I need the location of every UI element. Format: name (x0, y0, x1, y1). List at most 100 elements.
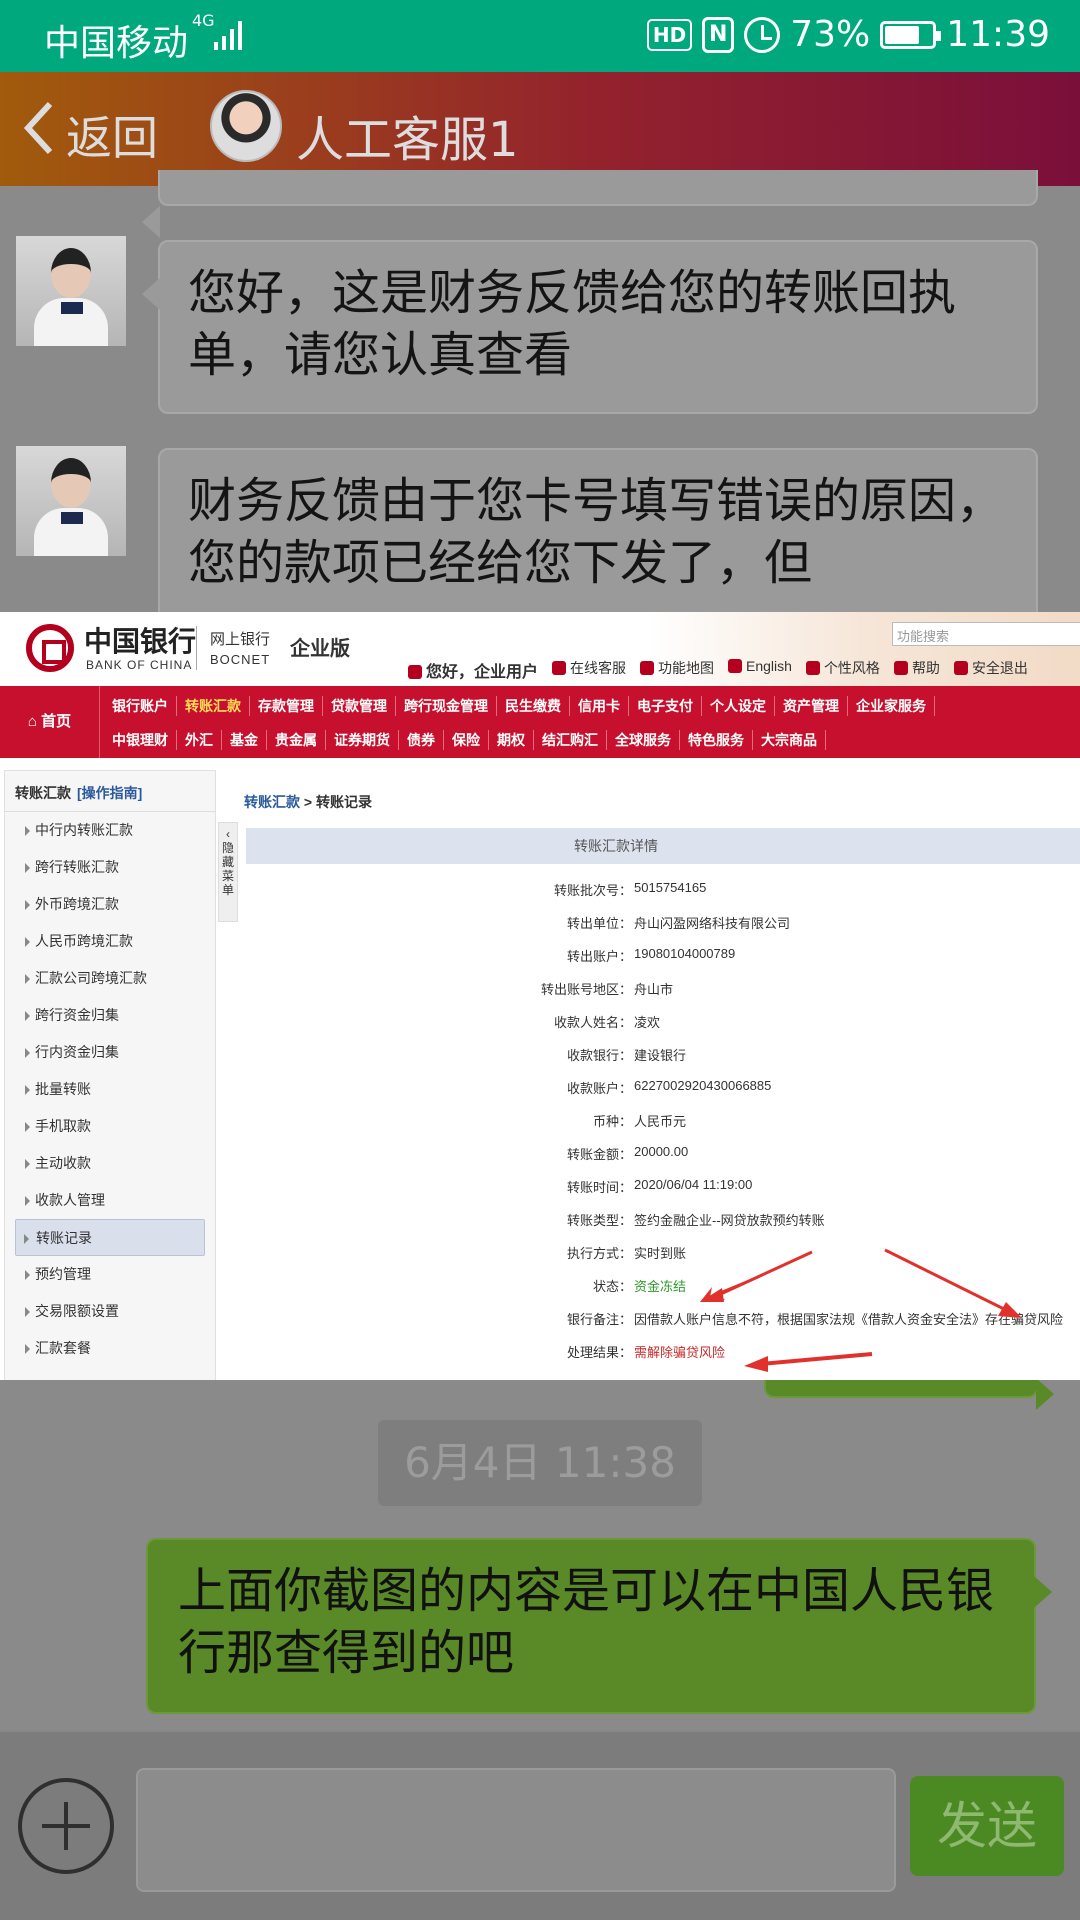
nav_row1-item[interactable]: 转账汇款 (177, 696, 250, 716)
plus-icon[interactable] (18, 1778, 114, 1874)
nav_row2-item[interactable]: 贵金属 (267, 730, 326, 750)
bank-name-en: BANK OF CHINA (86, 658, 193, 672)
nav-row-2: 中银理财 外汇 基金 贵金属 证券期货 债券 保险 期权 结汇购汇 全球服务 特色服务 大宗商品 (104, 730, 826, 750)
nav_row2-item[interactable]: 中银理财 (104, 730, 177, 750)
detail-value: 19080104000789 (634, 946, 736, 961)
detail-value: 舟山市 (634, 982, 674, 997)
nav_row1-item[interactable]: 银行账户 (104, 696, 177, 716)
detail-row: 转账金额： 20000.00 (246, 1144, 1080, 1177)
top-link-map[interactable]: 功能地图 (640, 658, 714, 682)
nav-home[interactable]: ⌂ 首页 (0, 686, 100, 758)
sidebar-item[interactable]: 中行内转账汇款 (5, 812, 215, 849)
timestamp-badge: 6月4日 11:38 (378, 1420, 702, 1506)
nav_row2-item[interactable]: 外汇 (177, 730, 222, 750)
nav_row2-item[interactable]: 证券期货 (326, 730, 399, 750)
guide-link[interactable]: [操作指南] (77, 785, 142, 801)
sidebar-item[interactable]: 批量转账 (5, 1071, 215, 1108)
sidebar-item[interactable]: 主动收款 (5, 1145, 215, 1182)
nav_row1-item[interactable]: 个人设定 (702, 696, 775, 716)
detail-value: 签约金融企业--网贷放款预约转账 (634, 1213, 825, 1228)
nav_row2-item[interactable]: 债券 (399, 730, 444, 750)
style-icon (805, 661, 820, 675)
nav_row1-item[interactable]: 民生缴费 (497, 696, 570, 716)
sidebar-item[interactable]: 汇款公司跨境汇款 (5, 960, 215, 997)
bank-sidebar: 转账汇款 [操作指南] 中行内转账汇款 跨行转账汇款 外币跨境汇款 人民币跨境汇款 汇款公… (4, 770, 216, 1380)
detail-row: 币种： 人民币元 (246, 1111, 1080, 1144)
sidebar-item[interactable]: 行内资金归集 (5, 1034, 215, 1071)
sidebar-item[interactable]: 人民币跨境汇款 (5, 923, 215, 960)
detail-value: 人民币元 (634, 1114, 687, 1129)
nav_row1-item[interactable]: 资产管理 (775, 696, 848, 716)
sidebar-item[interactable]: 外币跨境汇款 (5, 886, 215, 923)
english-icon (728, 659, 743, 673)
detail-key: 状态： (592, 1279, 632, 1294)
nav_row1-item[interactable]: 企业家服务 (848, 696, 935, 716)
hide-menu-toggle[interactable]: ‹ 隐藏菜单 (218, 822, 238, 922)
detail-value: 需解除骗贷风险 (634, 1345, 726, 1360)
agent-avatar[interactable] (16, 236, 126, 346)
greeting: 您好，企业用户 (408, 658, 538, 682)
nav_row1-item[interactable]: 跨行现金管理 (396, 696, 497, 716)
input-bar: 发送 (0, 1730, 1080, 1920)
sidebar-item[interactable]: 手机取款 (5, 1108, 215, 1145)
detail-row: 处理结果： 需解除骗贷风险 (246, 1342, 1080, 1375)
agent-avatar[interactable] (210, 90, 282, 162)
nav_row2-item[interactable]: 大宗商品 (753, 730, 826, 750)
sidebar-item[interactable]: 转账记录 (15, 1219, 205, 1256)
detail-row: 转账时间： 2020/06/04 11:19:00 (246, 1177, 1080, 1210)
sidebar-item[interactable]: 交易限额设置 (5, 1293, 215, 1330)
nav_row2-item[interactable]: 特色服务 (680, 730, 753, 750)
breadcrumb-current: 转账记录 (315, 794, 372, 810)
back-button[interactable]: 返回 (66, 102, 158, 168)
detail-key: 币种： (592, 1114, 632, 1129)
detail-key: 处理结果： (566, 1345, 632, 1360)
chat-screen: { "status_bar": {"carrier": "中国移动", "net… (0, 0, 1080, 1920)
nav_row2-item[interactable]: 全球服务 (607, 730, 680, 750)
sidebar-title: 转账汇款 [操作指南] (5, 771, 215, 812)
detail-row: 收款银行： 建设银行 (246, 1045, 1080, 1078)
detail-key: 银行备注： (566, 1312, 632, 1327)
send-button[interactable]: 发送 (910, 1776, 1064, 1876)
nav_row1-item[interactable]: 贷款管理 (323, 696, 396, 716)
top-link-service[interactable]: 在线客服 (552, 658, 626, 682)
sidebar-item[interactable]: 预约管理 (5, 1256, 215, 1293)
clock: 11:39 (946, 14, 1050, 55)
message-text: 财务反馈由于您卡号填写错误的原因，您的款项已经给您下发了，但 (188, 473, 1005, 591)
sidebar-item[interactable]: 收款人管理 (5, 1182, 215, 1219)
sidebar-item[interactable]: 跨行转账汇款 (5, 849, 215, 886)
top-link-logout[interactable]: 安全退出 (953, 658, 1028, 682)
detail-value: 凌欢 (634, 1015, 661, 1030)
message-text: 上面你截图的内容是可以在中国人民银行那查得到的吧 (178, 1563, 995, 1681)
nav_row1-item[interactable]: 存款管理 (250, 696, 323, 716)
detail-key: 执行方式： (566, 1246, 632, 1261)
detail-row: 转账类型： 签约金融企业--网贷放款预约转账 (246, 1210, 1080, 1243)
breadcrumb-link[interactable]: 转账汇款 (244, 794, 300, 810)
battery-percent: 73% (790, 14, 871, 55)
top-link-style[interactable]: 个性风格 (805, 658, 880, 682)
back-arrow-icon[interactable] (20, 98, 56, 158)
nav_row2-item[interactable]: 期权 (489, 730, 534, 750)
bank-receipt-image[interactable]: 中国银行 BANK OF CHINA 网上银行 BOCNET 企业版 功能搜索 … (0, 612, 1080, 1380)
top-links: 您好，企业用户 在线客服 功能地图 English 个性风格 帮助 安全退出 (408, 658, 1028, 682)
top-link-help[interactable]: 帮助 (893, 658, 940, 682)
chat-title: 人工客服1 (296, 112, 519, 168)
detail-key: 转账时间： (566, 1180, 632, 1195)
sidebar-item[interactable]: 汇款套餐 (5, 1330, 215, 1367)
map-icon (640, 661, 655, 675)
function-search-input[interactable]: 功能搜索 (892, 622, 1080, 646)
sidebar-item[interactable]: 跨行资金归集 (5, 997, 215, 1034)
nav_row2-item[interactable]: 保险 (444, 730, 489, 750)
top-link-english[interactable]: English (728, 658, 792, 682)
carrier-label: 中国移动 (44, 23, 189, 64)
nav_row1-item[interactable]: 信用卡 (570, 696, 629, 716)
nav_row2-item[interactable]: 结汇购汇 (534, 730, 607, 750)
agent-avatar[interactable] (16, 446, 126, 556)
message-input[interactable] (136, 1768, 896, 1892)
nav_row1-item[interactable]: 电子支付 (629, 696, 702, 716)
detail-row: 转出账户： 19080104000789 (246, 946, 1080, 979)
bank-of-china-logo-icon (26, 624, 74, 672)
detail-row: 状态： 资金冻结 (246, 1276, 1080, 1309)
message-bubble-partial (142, 170, 1038, 238)
nav_row2-item[interactable]: 基金 (222, 730, 267, 750)
detail-key: 转出账号地区： (540, 982, 632, 997)
